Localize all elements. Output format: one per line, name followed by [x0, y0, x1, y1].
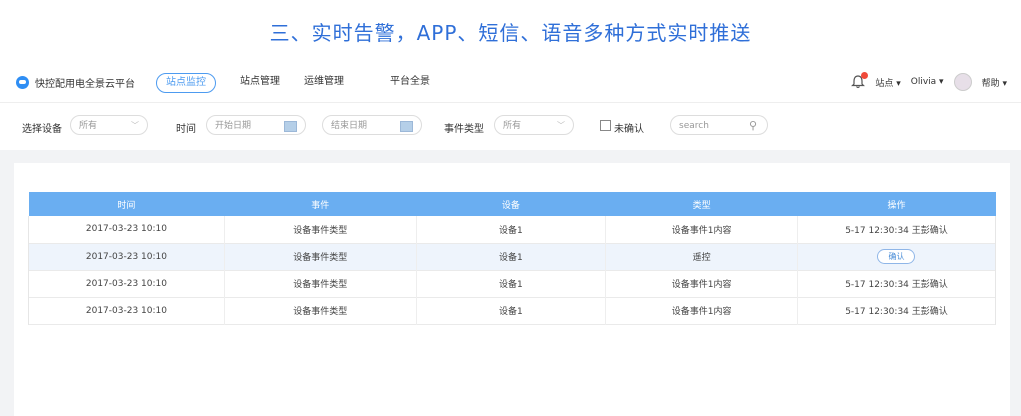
event-type-value: 所有 — [503, 121, 522, 131]
cell-time: 2017-03-23 10:10 — [28, 297, 225, 324]
cell-event: 设备事件类型 — [223, 243, 417, 270]
user-menu[interactable]: Olivia ▾ — [911, 77, 944, 87]
brand-name: 快控配用电全景云平台 — [35, 79, 135, 90]
notification-bell-icon[interactable] — [851, 72, 869, 89]
table-row[interactable]: 2017-03-23 10:10 设备事件类型 设备1 设备事件1内容 5-17… — [28, 297, 997, 324]
site-menu[interactable]: 站点 ▾ — [875, 76, 900, 89]
cell-time: 2017-03-23 10:10 — [28, 243, 225, 270]
start-date-placeholder: 开始日期 — [215, 121, 252, 131]
calendar-icon[interactable] — [284, 121, 297, 132]
search-icon[interactable]: ⚲ — [749, 116, 757, 136]
table-row[interactable]: 2017-03-23 10:10 设备事件类型 设备1 设备事件1内容 5-17… — [28, 270, 997, 297]
tab-site-management[interactable]: 站点管理 — [240, 73, 280, 91]
cell-type: 设备事件1内容 — [605, 270, 798, 297]
cell-device: 设备1 — [415, 243, 606, 270]
brand-logo[interactable]: 快控配用电全景云平台 — [16, 75, 135, 90]
notification-badge — [861, 72, 869, 79]
chevron-down-icon: ▾ — [939, 77, 944, 87]
chevron-down-icon: ▾ — [1002, 78, 1007, 89]
column-header-device: 设备 — [501, 200, 520, 211]
user-menu-label: Olivia — [910, 77, 937, 87]
table-row[interactable]: 2017-03-23 10:10 设备事件类型 设备1 设备事件1内容 5-17… — [28, 216, 997, 243]
cell-operation: 确认 — [796, 243, 997, 270]
device-select-value: 所有 — [79, 121, 98, 131]
chevron-down-icon: ▾ — [896, 78, 901, 89]
device-select-label: 选择设备 — [22, 124, 62, 135]
cell-event: 设备事件类型 — [223, 297, 417, 324]
column-header-event: 事件 — [311, 200, 330, 211]
column-header-time: 时间 — [117, 200, 136, 211]
event-type-label: 事件类型 — [444, 124, 484, 135]
help-menu[interactable]: 帮助 ▾ — [982, 76, 1007, 89]
time-label: 时间 — [176, 124, 196, 135]
start-date-input[interactable]: 开始日期 — [206, 115, 306, 135]
help-menu-label: 帮助 — [981, 78, 1000, 89]
search-input[interactable]: search ⚲ — [670, 115, 768, 135]
cell-time: 2017-03-23 10:10 — [28, 270, 225, 297]
filter-bar: 选择设备 所有 ﹀ 时间 开始日期 结束日期 事件类型 所有 ﹀ 未确认 sea… — [0, 108, 1021, 144]
table-row[interactable]: 2017-03-23 10:10 设备事件类型 设备1 遥控 确认 — [28, 243, 997, 270]
tab-platform-overview[interactable]: 平台全景 — [390, 73, 430, 91]
search-placeholder: search — [679, 121, 709, 131]
site-menu-label: 站点 — [875, 78, 894, 89]
cell-event: 设备事件类型 — [223, 216, 417, 243]
cell-device: 设备1 — [415, 270, 606, 297]
cell-time: 2017-03-23 10:10 — [28, 216, 225, 243]
banner-title: 三、实时告警，APP、短信、语音多种方式实时推送 — [269, 21, 752, 45]
column-header-type: 类型 — [692, 200, 711, 211]
cell-device: 设备1 — [415, 297, 606, 324]
cell-type: 设备事件1内容 — [605, 216, 798, 243]
cell-device: 设备1 — [415, 216, 606, 243]
table-header-row: 时间 事件 设备 类型 操作 — [28, 192, 996, 216]
cell-operation: 5-17 12:30:34 王彭确认 — [796, 270, 997, 297]
top-navbar: 快控配用电全景云平台 站点监控 站点管理 运维管理 平台全景 站点 ▾ Oliv… — [0, 64, 1021, 103]
cell-type: 设备事件1内容 — [605, 297, 798, 324]
cloud-icon — [16, 76, 29, 89]
end-date-placeholder: 结束日期 — [331, 121, 368, 131]
tab-site-monitor[interactable]: 站点监控 — [156, 73, 216, 93]
column-header-operation: 操作 — [887, 200, 906, 211]
cell-operation: 5-17 12:30:34 王彭确认 — [796, 297, 997, 324]
cell-type: 遥控 — [605, 243, 798, 270]
unconfirmed-label: 未确认 — [614, 124, 644, 135]
cell-operation: 5-17 12:30:34 王彭确认 — [796, 216, 997, 243]
end-date-input[interactable]: 结束日期 — [322, 115, 422, 135]
chevron-down-icon: ﹀ — [557, 121, 565, 130]
chevron-down-icon: ﹀ — [131, 121, 139, 130]
confirm-button[interactable]: 确认 — [877, 249, 916, 264]
device-select[interactable]: 所有 ﹀ — [70, 115, 148, 135]
navbar-right: 站点 ▾ Olivia ▾ 帮助 ▾ — [841, 72, 1007, 91]
tab-ops-management[interactable]: 运维管理 — [304, 73, 344, 91]
calendar-icon[interactable] — [400, 121, 413, 132]
avatar[interactable] — [953, 73, 972, 91]
cell-event: 设备事件类型 — [223, 270, 417, 297]
unconfirmed-checkbox[interactable] — [600, 120, 611, 131]
alarm-table: 时间 事件 设备 类型 操作 2017-03-23 10:10 设备事件类型 设… — [28, 192, 997, 325]
event-type-select[interactable]: 所有 ﹀ — [494, 115, 574, 135]
